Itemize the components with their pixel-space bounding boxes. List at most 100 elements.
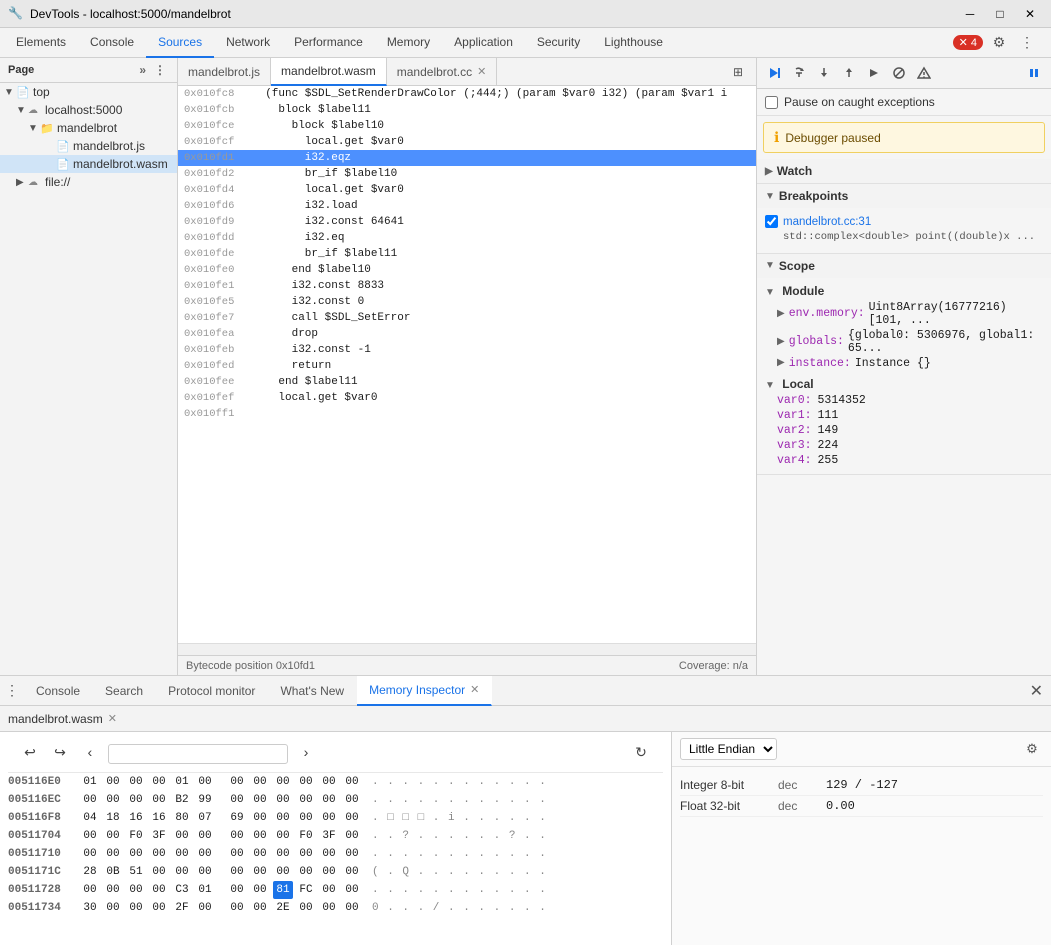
mem-byte[interactable]: 00 xyxy=(149,791,169,809)
mem-row[interactable]: 005116EC00000000B299000000000000. . . . … xyxy=(8,791,663,809)
sidebar-item-mandelbrot-js[interactable]: 📄 mandelbrot.js xyxy=(0,137,177,155)
mem-byte[interactable]: 00 xyxy=(296,809,316,827)
pause-active-button[interactable] xyxy=(1023,62,1045,84)
code-line[interactable]: 0x010fcb block $label11 xyxy=(178,102,756,118)
mem-byte[interactable]: F0 xyxy=(126,827,146,845)
mem-byte[interactable]: 00 xyxy=(195,827,215,845)
mem-prev[interactable]: ‹ xyxy=(78,742,102,766)
mem-byte[interactable]: 00 xyxy=(296,899,316,917)
mem-byte[interactable]: 00 xyxy=(126,845,146,863)
mem-byte[interactable]: 00 xyxy=(103,791,123,809)
mem-byte[interactable]: 00 xyxy=(250,827,270,845)
instance-item[interactable]: ▶ instance: Instance {} xyxy=(777,356,1043,371)
mem-byte[interactable]: 00 xyxy=(342,863,362,881)
sidebar-item-mandelbrot-wasm[interactable]: 📄 mandelbrot.wasm xyxy=(0,155,177,173)
bottom-tab-search[interactable]: Search xyxy=(93,676,156,706)
mem-byte[interactable]: 00 xyxy=(273,791,293,809)
code-line[interactable]: 0x010fea drop xyxy=(178,326,756,342)
mem-byte[interactable]: 00 xyxy=(342,773,362,791)
endian-select[interactable]: Little Endian xyxy=(680,738,777,760)
bottom-panel-close[interactable]: ✕ xyxy=(1022,681,1051,701)
code-line[interactable]: 0x010fe0 end $label10 xyxy=(178,262,756,278)
mem-address-input[interactable]: 0x00511730 xyxy=(108,744,288,764)
mem-byte[interactable]: 00 xyxy=(319,881,339,899)
mem-byte[interactable]: 00 xyxy=(319,773,339,791)
sidebar-item-file[interactable]: ▶ ☁ file:// xyxy=(0,173,177,191)
mem-byte[interactable]: 30 xyxy=(80,899,100,917)
mem-byte[interactable]: 00 xyxy=(296,773,316,791)
mem-byte[interactable]: 01 xyxy=(195,881,215,899)
code-line[interactable]: 0x010ff1 xyxy=(178,406,756,422)
tab-elements[interactable]: Elements xyxy=(4,28,78,58)
code-line[interactable]: 0x010fdd i32.eq xyxy=(178,230,756,246)
mem-byte[interactable]: 00 xyxy=(227,845,247,863)
mem-byte[interactable]: 00 xyxy=(250,809,270,827)
mem-byte[interactable]: 00 xyxy=(80,845,100,863)
bottom-tab-whatsnew[interactable]: What's New xyxy=(268,676,357,706)
tab-performance[interactable]: Performance xyxy=(282,28,375,58)
mem-byte[interactable]: 00 xyxy=(195,899,215,917)
code-line[interactable]: 0x010fc8 (func $SDL_SetRenderDrawColor (… xyxy=(178,86,756,102)
source-tab-wasm[interactable]: mandelbrot.wasm xyxy=(271,58,387,86)
env-memory-item[interactable]: ▶ env.memory: Uint8Array(16777216) [101,… xyxy=(777,300,1043,328)
mem-byte[interactable]: 51 xyxy=(126,863,146,881)
mem-byte[interactable]: 00 xyxy=(103,899,123,917)
mem-byte[interactable]: 3F xyxy=(319,827,339,845)
mem-byte[interactable]: 07 xyxy=(195,809,215,827)
mem-byte[interactable]: 00 xyxy=(172,863,192,881)
mem-byte[interactable]: 04 xyxy=(80,809,100,827)
mem-byte[interactable]: 00 xyxy=(273,845,293,863)
mem-byte[interactable]: 00 xyxy=(172,845,192,863)
source-expand-icon[interactable]: ⊞ xyxy=(726,60,750,84)
code-line[interactable]: 0x010fd1 i32.eqz xyxy=(178,150,756,166)
mem-byte[interactable]: FC xyxy=(296,881,316,899)
close-button[interactable]: ✕ xyxy=(1017,4,1043,24)
mem-byte[interactable]: 00 xyxy=(319,863,339,881)
mem-byte[interactable]: 00 xyxy=(227,881,247,899)
mem-byte[interactable]: 18 xyxy=(103,809,123,827)
mem-byte[interactable]: 99 xyxy=(195,791,215,809)
mem-byte[interactable]: 00 xyxy=(273,863,293,881)
mem-byte[interactable]: 00 xyxy=(342,881,362,899)
code-line[interactable]: 0x010fe1 i32.const 8833 xyxy=(178,278,756,294)
mem-byte[interactable]: 16 xyxy=(149,809,169,827)
mem-byte[interactable]: 00 xyxy=(195,863,215,881)
code-line[interactable]: 0x010fd6 i32.load xyxy=(178,198,756,214)
source-tab-cc[interactable]: mandelbrot.cc ✕ xyxy=(387,58,498,86)
tab-lighthouse[interactable]: Lighthouse xyxy=(592,28,675,58)
mem-byte[interactable]: 28 xyxy=(80,863,100,881)
breakpoint-checkbox[interactable] xyxy=(765,215,778,228)
source-tab-js[interactable]: mandelbrot.js xyxy=(178,58,271,86)
mem-row[interactable]: 005116F8041816168007690000000000. □ □ □ … xyxy=(8,809,663,827)
mem-byte[interactable]: 2F xyxy=(172,899,192,917)
sidebar-item-mandelbrot-folder[interactable]: ▼ 📁 mandelbrot xyxy=(0,119,177,137)
deactivate-bp-button[interactable] xyxy=(888,62,910,84)
mem-byte[interactable]: 00 xyxy=(80,827,100,845)
mem-byte[interactable]: B2 xyxy=(172,791,192,809)
code-line[interactable]: 0x010fde br_if $label11 xyxy=(178,246,756,262)
tab-memory[interactable]: Memory xyxy=(375,28,442,58)
mem-byte[interactable]: 00 xyxy=(342,845,362,863)
sidebar-more-btn[interactable]: » xyxy=(136,62,149,78)
mem-row[interactable]: 00511710000000000000000000000000. . . . … xyxy=(8,845,663,863)
mem-byte[interactable]: 00 xyxy=(103,881,123,899)
mem-byte[interactable]: 81 xyxy=(273,881,293,899)
step-button[interactable] xyxy=(863,62,885,84)
mem-settings-btn[interactable]: ⚙ xyxy=(1021,738,1043,760)
mem-byte[interactable]: 00 xyxy=(149,863,169,881)
resume-button[interactable] xyxy=(763,62,785,84)
tab-application[interactable]: Application xyxy=(442,28,525,58)
mem-byte[interactable]: 00 xyxy=(250,899,270,917)
bottom-tab-memory-inspector[interactable]: Memory Inspector ✕ xyxy=(357,676,492,706)
mem-byte[interactable]: 00 xyxy=(342,827,362,845)
mem-byte[interactable]: 80 xyxy=(172,809,192,827)
mem-byte[interactable]: 00 xyxy=(250,773,270,791)
mem-byte[interactable]: 00 xyxy=(273,773,293,791)
memory-inspector-close[interactable]: ✕ xyxy=(470,683,479,696)
mem-byte[interactable]: 00 xyxy=(250,845,270,863)
horizontal-scrollbar[interactable] xyxy=(178,643,756,655)
mem-row[interactable]: 0051171C280B51000000000000000000( . Q . … xyxy=(8,863,663,881)
mem-byte[interactable]: 00 xyxy=(172,827,192,845)
tab-security[interactable]: Security xyxy=(525,28,592,58)
mem-byte[interactable]: 00 xyxy=(273,809,293,827)
